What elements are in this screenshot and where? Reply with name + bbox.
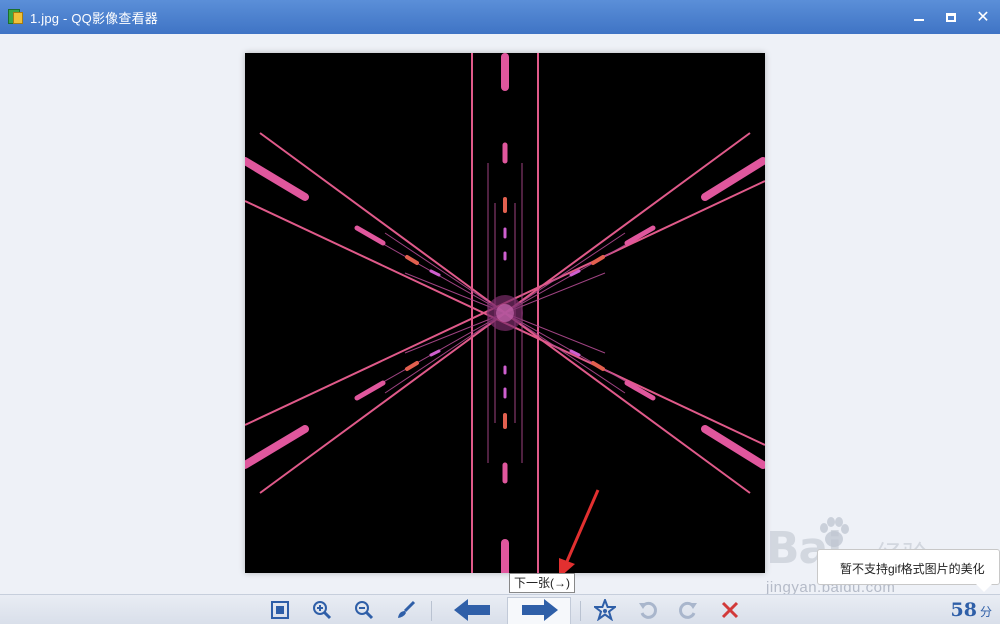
toolbar-separator: [431, 601, 432, 621]
zoom-out-button[interactable]: [352, 595, 376, 624]
previous-button[interactable]: [452, 595, 492, 624]
next-arrow-icon: [522, 599, 558, 621]
delete-icon: [721, 601, 739, 619]
rotate-left-button[interactable]: [636, 595, 660, 624]
starburst-image: [245, 53, 765, 573]
rotate-left-icon: [639, 601, 657, 619]
brush-icon: [398, 600, 416, 618]
next-button[interactable]: [520, 595, 560, 624]
bottom-toolbar: 58 分: [0, 594, 1000, 624]
close-button[interactable]: ✕: [976, 7, 990, 26]
zoom-in-button[interactable]: [310, 595, 334, 624]
app-icon: [8, 9, 24, 25]
minimize-icon: [914, 19, 924, 21]
annotation-arrow: [559, 489, 600, 578]
star-effect-icon: [594, 599, 616, 621]
maximize-icon: [946, 12, 956, 22]
window-title: 1.jpg - QQ影像查看器: [30, 10, 158, 26]
brush-button[interactable]: [394, 595, 418, 624]
toolbar-separator: [580, 601, 581, 621]
rotate-right-button[interactable]: [676, 595, 700, 624]
notice-balloon: 暂不支持gif格式图片的美化: [817, 549, 1000, 592]
previous-arrow-icon: [454, 599, 490, 621]
rotate-right-icon: [679, 601, 697, 619]
score-counter: 58 分: [951, 599, 992, 621]
close-icon: ✕: [976, 7, 990, 26]
fit-window-button[interactable]: [268, 595, 292, 624]
zoom-out-icon: [355, 601, 374, 620]
displayed-image[interactable]: [245, 53, 765, 573]
score-unit: 分: [979, 605, 992, 619]
zoom-in-icon: [313, 601, 332, 620]
score-value: 58: [950, 599, 977, 621]
window-controls: ✕: [912, 0, 990, 34]
maximize-button[interactable]: [944, 10, 958, 24]
delete-button[interactable]: [718, 595, 742, 624]
next-tooltip: 下一张(→): [509, 573, 575, 593]
title-bar: 1.jpg - QQ影像查看器 ✕: [0, 0, 1000, 34]
fit-window-icon: [271, 601, 289, 619]
minimize-button[interactable]: [912, 10, 926, 24]
effect-button[interactable]: [593, 595, 617, 624]
